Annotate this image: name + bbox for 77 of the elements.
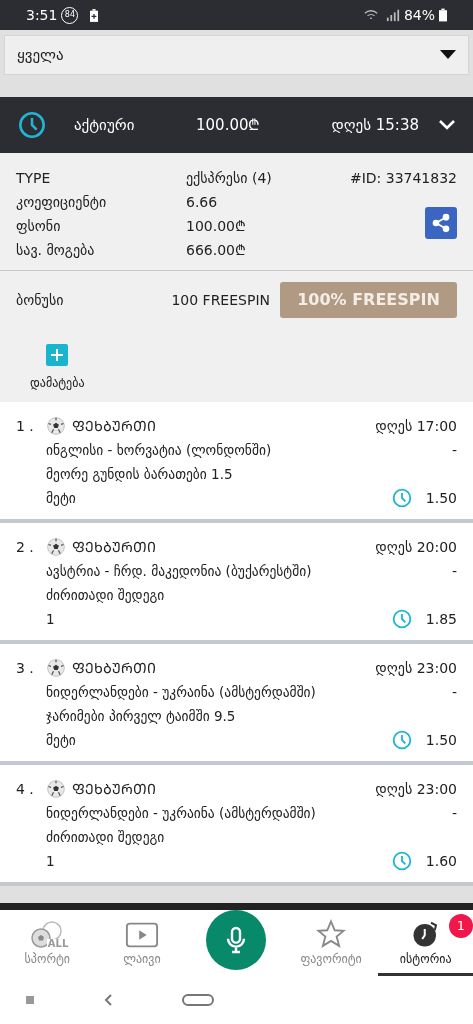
bonus-label: ბონუსი <box>16 290 65 310</box>
bonus-value: 100 FREESPIN <box>171 290 270 310</box>
detail-label: ფსონი <box>16 216 62 236</box>
bet-time: დღეს 15:38 <box>331 114 419 136</box>
clock-time: 3:51 <box>26 5 58 25</box>
signal-icon <box>385 8 400 22</box>
detail-value: 6.66 <box>186 192 218 212</box>
odds: 1.50 <box>425 488 457 508</box>
soccer-ball-icon <box>46 537 66 557</box>
notification-badge: 1 <box>448 914 473 938</box>
bet-header[interactable]: აქტიური 100.00₾ დღეს 15:38 <box>0 97 473 153</box>
selection-number: 1 . <box>16 416 35 436</box>
clock-icon <box>391 488 412 508</box>
score: - <box>451 682 457 702</box>
event-time: დღეს 17:00 <box>375 416 457 436</box>
market-name: ძირითადი შედეგი <box>46 585 165 605</box>
detail-value: 100.00₾ <box>186 216 246 236</box>
wifi-icon <box>363 8 378 22</box>
filter-dropdown[interactable]: ყველა <box>4 35 469 75</box>
score: - <box>451 803 457 823</box>
star-icon <box>316 919 347 949</box>
detail-label: სავ. მოგება <box>16 240 96 260</box>
add-button[interactable]: დამატება <box>30 344 85 392</box>
clock-icon <box>391 730 412 750</box>
sport-name: ᲤᲔᲮᲑᲣᲠᲗᲘ <box>72 779 156 799</box>
soccer-ball-icon <box>46 416 66 436</box>
bet-amount: 100.00₾ <box>196 114 261 136</box>
bet-id: #ID: 33741832 <box>349 168 457 188</box>
score: - <box>451 561 457 581</box>
sport-name: ᲤᲔᲮᲑᲣᲠᲗᲘ <box>72 658 156 678</box>
selection-number: 3 . <box>16 658 35 678</box>
score: - <box>451 440 457 460</box>
market-name: მეორე გუნდის ბარათები 1.5 <box>46 464 233 484</box>
odds: 1.50 <box>425 730 457 750</box>
battery-charging-icon <box>90 8 99 22</box>
detail-label: TYPE <box>16 168 52 188</box>
selection-number: 4 . <box>16 779 35 799</box>
odds: 1.60 <box>425 851 457 871</box>
clock-icon <box>391 851 412 871</box>
nav-tab[interactable]: ALL სპორტი <box>0 910 95 976</box>
market-name: ძირითადი შედეგი <box>46 827 165 847</box>
recent-apps-icon <box>26 996 34 1004</box>
pick: 1 <box>46 609 55 629</box>
back-icon <box>104 994 112 1006</box>
event-time: დღეს 20:00 <box>375 537 457 557</box>
share-icon <box>431 213 451 233</box>
battery-percent: 84% <box>403 5 435 25</box>
plus-icon <box>46 344 69 366</box>
nav-tab[interactable]: ლაივი <box>94 910 190 976</box>
match-name: ინგლისი - ხორვატია (ლონდონში) <box>46 440 272 460</box>
odds: 1.85 <box>425 609 457 629</box>
play-icon <box>124 921 159 949</box>
match-name: ნიდერლანდები - უკრაინა (ამსტერდამში) <box>46 682 316 702</box>
detail-value: ექსპრესი (4) <box>186 168 272 188</box>
selection-number: 2 . <box>16 537 35 557</box>
clock-icon <box>391 609 412 629</box>
battery-icon <box>439 8 447 22</box>
market-name: ჯარიმები პირველ ტაიმში 9.5 <box>46 706 236 726</box>
pick: მეტი <box>46 730 76 750</box>
home-icon <box>182 994 214 1006</box>
soccer-ball-icon <box>46 779 66 799</box>
match-name: ნიდერლანდები - უკრაინა (ამსტერდამში) <box>46 803 316 823</box>
dropdown-caret-icon <box>440 50 456 60</box>
sport-name: ᲤᲔᲮᲑᲣᲠᲗᲘ <box>72 416 156 436</box>
pick: მეტი <box>46 488 76 508</box>
event-time: დღეს 23:00 <box>375 779 457 799</box>
clock-icon <box>18 111 46 139</box>
share-button[interactable] <box>425 207 457 239</box>
bet-status: აქტიური <box>74 114 136 136</box>
sport-name: ᲤᲔᲮᲑᲣᲠᲗᲘ <box>72 537 156 557</box>
nav-tab[interactable]: ფავორიტი <box>283 910 379 976</box>
detail-value: 666.00₾ <box>186 240 246 260</box>
detail-label: კოეფიციენტი <box>16 192 108 212</box>
event-time: დღეს 23:00 <box>375 658 457 678</box>
pick: 1 <box>46 851 55 871</box>
soccer-ball-icon <box>46 658 66 678</box>
match-name: ავსტრია - ჩრდ. მაკედონია (ბუქარესტში) <box>46 561 312 581</box>
